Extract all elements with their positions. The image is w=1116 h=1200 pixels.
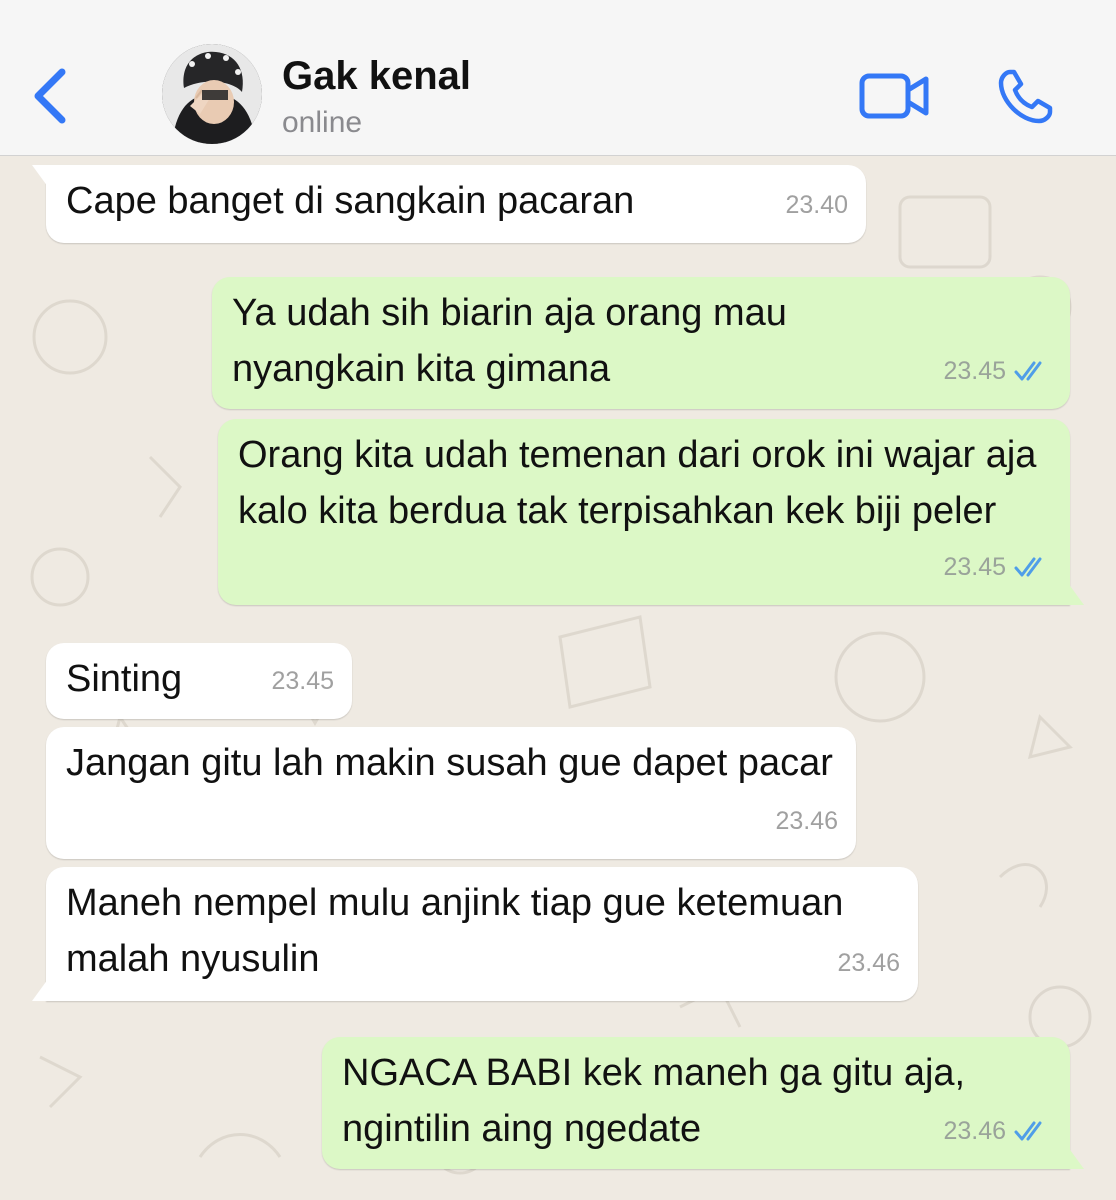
message-time: 23.46 xyxy=(943,1117,1006,1145)
message-incoming[interactable]: Jangan gitu lah makin susah gue dapet pa… xyxy=(46,727,856,859)
message-time: 23.45 xyxy=(271,667,334,695)
message-meta: 23.45 xyxy=(271,653,334,709)
message-text: Jangan gitu lah makin susah gue dapet pa… xyxy=(66,742,833,784)
message-time: 23.46 xyxy=(837,949,900,977)
message-meta: 23.45 xyxy=(943,539,1052,595)
message-text: Cape banget di sangkain pacaran xyxy=(66,180,635,222)
message-outgoing[interactable]: Ya udah sih biarin aja orang mau nyangka… xyxy=(212,277,1070,409)
message-meta: 23.46 xyxy=(775,793,838,849)
message-incoming[interactable]: Sinting 23.45 xyxy=(46,643,352,719)
voice-call-button[interactable] xyxy=(996,68,1054,126)
contact-status: online xyxy=(282,106,363,139)
contact-name[interactable]: Gak kenal xyxy=(282,54,471,99)
message-time: 23.45 xyxy=(943,553,1006,581)
message-meta: 23.46 xyxy=(837,935,900,991)
message-incoming[interactable]: Cape banget di sangkain pacaran 23.40 xyxy=(32,165,866,243)
message-meta: 23.46 xyxy=(943,1103,1052,1159)
message-meta: 23.45 xyxy=(943,343,1052,399)
read-ticks-icon xyxy=(1014,361,1042,381)
message-outgoing[interactable]: Orang kita udah temenan dari orok ini wa… xyxy=(218,419,1084,605)
back-button[interactable] xyxy=(26,60,76,130)
chat-area[interactable]: Cape banget di sangkain pacaran 23.40 Ya… xyxy=(0,157,1116,1200)
message-meta: 23.40 xyxy=(785,177,848,233)
message-time: 23.40 xyxy=(785,191,848,219)
read-ticks-icon xyxy=(1014,557,1042,577)
video-camera-icon xyxy=(859,73,929,119)
message-time: 23.45 xyxy=(943,357,1006,385)
message-outgoing[interactable]: NGACA BABI kek maneh ga gitu aja, nginti… xyxy=(322,1037,1084,1169)
video-call-button[interactable] xyxy=(858,70,932,122)
message-text: Orang kita udah temenan dari orok ini wa… xyxy=(238,434,1037,532)
message-text: NGACA BABI kek maneh ga gitu aja, nginti… xyxy=(342,1052,966,1150)
message-time: 23.46 xyxy=(775,807,838,835)
chevron-left-icon xyxy=(34,68,66,124)
message-text: Maneh nempel mulu anjink tiap gue ketemu… xyxy=(66,882,844,980)
message-text: Ya udah sih biarin aja orang mau nyangka… xyxy=(232,292,787,390)
message-incoming[interactable]: Maneh nempel mulu anjink tiap gue ketemu… xyxy=(32,867,918,1001)
phone-icon xyxy=(998,69,1053,124)
read-ticks-icon xyxy=(1014,1121,1042,1141)
avatar[interactable] xyxy=(162,44,262,144)
chat-header: Gak kenal online xyxy=(0,0,1116,156)
